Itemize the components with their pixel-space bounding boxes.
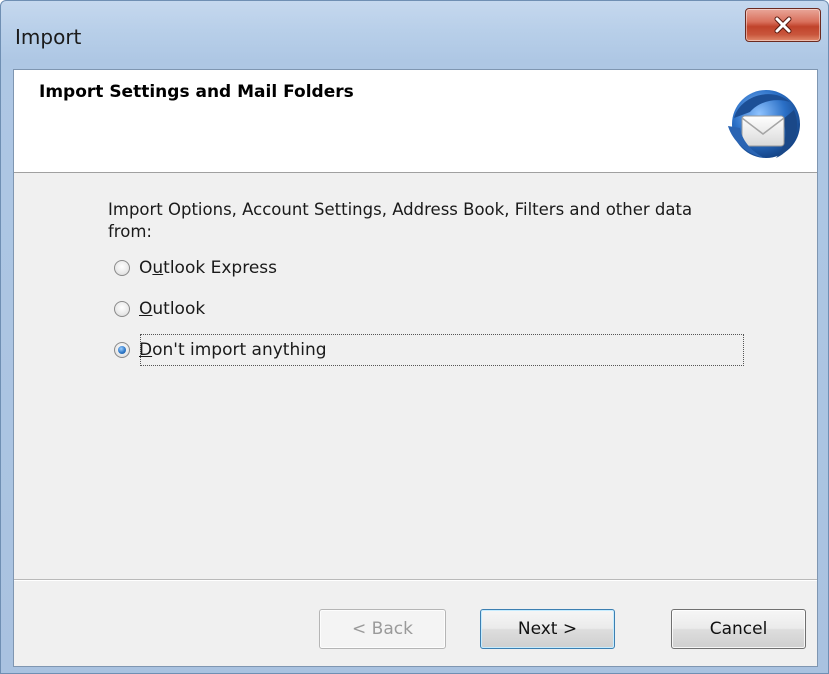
option-outlook[interactable]: Outlook [114,295,205,323]
import-prompt: Import Options, Account Settings, Addres… [108,200,693,241]
close-icon [774,16,792,34]
cancel-button[interactable]: Cancel [671,609,806,649]
import-dialog-window: Import Import Settings and Mail Folders [0,0,829,674]
option-dont-import[interactable]: Don't import anything [114,336,327,364]
option-label: Outlook [139,299,206,319]
back-button[interactable]: < Back [319,609,446,649]
window-title: Import [15,25,82,49]
radio-outlook-express[interactable] [114,260,130,276]
radio-outlook[interactable] [114,301,130,317]
option-outlook-express[interactable]: Outlook Express [114,254,277,282]
next-button[interactable]: Next > [480,609,615,649]
footer-separator [14,579,817,581]
wizard-panel: Import Settings and Mail Folders Import … [13,69,818,667]
option-label: Don't import anything [139,340,327,360]
wizard-header: Import Settings and Mail Folders [14,70,817,173]
page-title: Import Settings and Mail Folders [39,82,354,102]
thunderbird-logo-icon [728,90,800,158]
option-label: Outlook Express [139,258,277,278]
title-bar[interactable]: Import [1,1,828,71]
radio-dont-import[interactable] [114,342,130,358]
close-button[interactable] [745,8,821,42]
